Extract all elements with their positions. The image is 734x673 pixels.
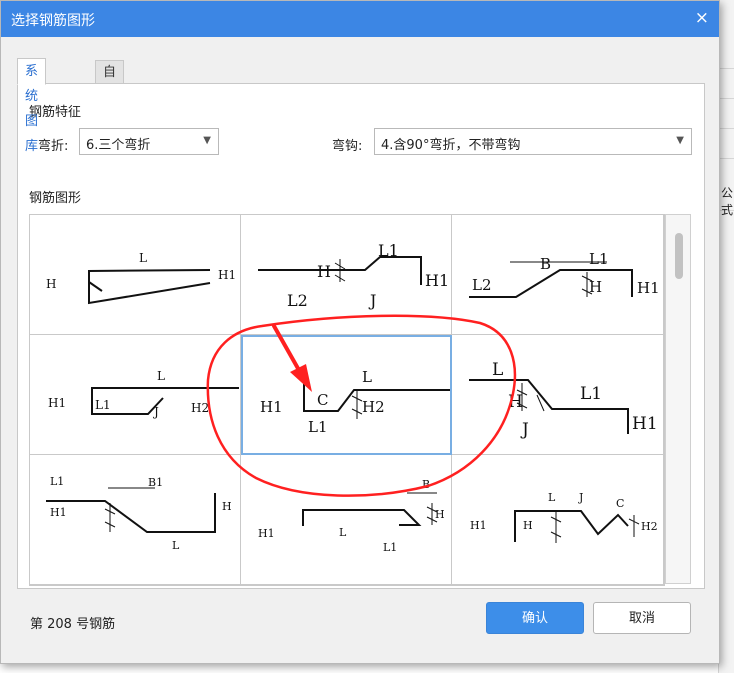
title-bar[interactable]: 选择钢筋图形 × [1, 1, 719, 37]
shape-label: L [492, 360, 503, 380]
shape-label: L2 [287, 291, 308, 310]
shape-label: B1 [148, 476, 163, 489]
selected-rebar-status: 第 208 号钢筋 [30, 617, 116, 632]
shape-label: L1 [589, 250, 609, 268]
shape-label: L1 [308, 418, 328, 436]
rebar-shapes-heading: 钢筋图形 [29, 191, 82, 206]
shape-label: L [157, 369, 165, 383]
shape-label: H2 [641, 520, 658, 533]
bend-label: 弯折: [38, 139, 69, 154]
shape-label: L [362, 368, 372, 386]
shape-cell[interactable]: B L1 L2 H H1 [452, 215, 664, 335]
rebar-shape-drawing: L J C H1 H H2 [470, 491, 658, 543]
shape-label: L [172, 539, 180, 552]
shape-label: H1 [48, 396, 66, 410]
shape-label: H1 [218, 268, 236, 282]
rebar-shape-drawing: B L1 L2 H H1 [469, 250, 660, 298]
shape-label: H [435, 508, 445, 521]
rebar-shape-drawing: L H L1 J H1 [469, 360, 658, 440]
shape-label: L2 [472, 276, 492, 294]
shape-cell[interactable]: H1 L L1 J H2 [30, 335, 241, 455]
shape-label: C [317, 391, 328, 409]
shape-label: H1 [637, 279, 660, 297]
dialog-title: 选择钢筋图形 [11, 13, 95, 29]
shape-label: H1 [260, 398, 283, 416]
hook-label: 弯钩: [332, 139, 363, 154]
rebar-shape-drawing: L1 B1 H1 H L [46, 475, 232, 552]
shape-label: H2 [191, 401, 209, 415]
shape-cell[interactable]: L1 B1 H1 H L [30, 455, 241, 585]
confirm-button[interactable]: 确认 [486, 602, 584, 634]
chevron-down-icon: ▼ [203, 135, 211, 146]
shape-label: L1 [378, 241, 399, 260]
shape-label: L1 [580, 384, 602, 404]
hook-select[interactable]: 4.含90°弯折，不带弯钩 ▼ [374, 128, 692, 155]
shape-label: H2 [362, 398, 385, 416]
shape-label: L1 [50, 475, 64, 488]
shape-label: H1 [258, 527, 275, 540]
shape-label: H [589, 278, 602, 296]
background-partial-text: 公式 [721, 186, 734, 217]
shape-grid-scrollbar[interactable] [665, 214, 691, 584]
shape-label: L [339, 526, 347, 539]
shape-label: H [523, 519, 533, 532]
hook-select-value: 4.含90°弯折，不带弯钩 [381, 138, 521, 153]
shape-cell[interactable]: L J C H1 H H2 [452, 455, 664, 585]
shape-cell[interactable]: H L1 H1 L2 J [241, 215, 452, 335]
bend-select-value: 6.三个弯折 [86, 138, 151, 153]
shape-label: L [139, 251, 147, 265]
rebar-shape-grid: H L H1 H L1 H1 L2 J B L1 L2 H H1 H1 L L1… [29, 214, 665, 586]
shape-label: L [548, 491, 556, 504]
rebar-shape-drawing: H1 C L H2 L1 [260, 368, 450, 436]
shape-label: J [520, 420, 529, 440]
bend-select[interactable]: 6.三个弯折 ▼ [79, 128, 219, 155]
shape-label: J [578, 491, 583, 504]
chevron-down-icon: ▼ [676, 135, 684, 146]
shape-label: H1 [425, 271, 449, 290]
background-window-edge: 公式 [718, 0, 734, 673]
shape-label: H [222, 500, 232, 513]
shape-cell[interactable]: H1 B L H L1 [241, 455, 452, 585]
shape-label: L1 [383, 541, 397, 554]
close-icon[interactable]: × [695, 8, 709, 28]
shape-label: H1 [470, 519, 487, 532]
shape-label: L1 [95, 398, 111, 412]
shape-label: H [46, 277, 56, 291]
tab-custom-library[interactable]: 自定义图库 [95, 60, 125, 172]
rebar-shape-drawing: H L H1 [46, 251, 236, 305]
shape-label: H [508, 392, 523, 412]
tab-system-library[interactable]: 系统图库 [17, 58, 47, 154]
shape-cell-selected[interactable]: H1 C L H2 L1 [241, 335, 452, 455]
rebar-shape-drawing: H1 L L1 J H2 [48, 369, 239, 419]
rebar-shape-drawing: H1 B L H L1 [258, 478, 445, 554]
shape-label: H1 [632, 414, 658, 434]
shape-label: B [422, 478, 430, 491]
rebar-shape-drawing: H L1 H1 L2 J [258, 241, 449, 310]
shape-label: H1 [50, 506, 67, 519]
shape-cell[interactable]: L H L1 J H1 [452, 335, 664, 455]
shape-label: C [616, 497, 624, 510]
shape-label: H [317, 262, 331, 281]
cancel-button[interactable]: 取消 [593, 602, 691, 634]
select-rebar-shape-dialog: 选择钢筋图形 × 系统图库 自定义图库 钢筋特征 弯折: 6.三个弯折 ▼ 弯钩… [0, 0, 720, 664]
shape-label: J [152, 405, 159, 419]
shape-cell[interactable]: H L H1 [30, 215, 241, 335]
scrollbar-thumb[interactable] [675, 233, 683, 279]
shape-label: J [368, 291, 376, 310]
shape-label: B [540, 255, 551, 273]
